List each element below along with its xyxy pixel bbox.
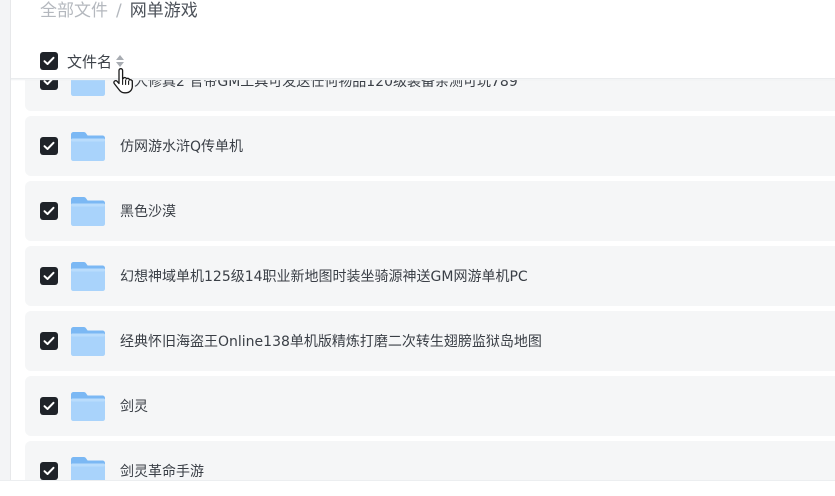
check-icon xyxy=(43,271,55,280)
file-name[interactable]: 幻想神域单机125级14职业新地图时装坐骑源神送GM网游单机PC xyxy=(120,266,528,286)
breadcrumb-separator: / xyxy=(116,1,122,21)
breadcrumb: 全部文件 / 网单游戏 xyxy=(40,0,198,22)
check-icon xyxy=(43,401,55,410)
row-checkbox[interactable] xyxy=(40,202,58,220)
breadcrumb-root[interactable]: 全部文件 xyxy=(40,0,108,22)
file-row[interactable]: 仙人修真2 官帝GM工具可发送任何物品120级装备亲测可玩789 xyxy=(25,80,835,111)
file-name[interactable]: 黑色沙漠 xyxy=(120,201,176,221)
check-icon xyxy=(43,141,55,150)
folder-icon xyxy=(71,197,105,226)
row-checkbox[interactable] xyxy=(40,137,58,155)
file-row[interactable]: 黑色沙漠 xyxy=(25,181,835,241)
hand-cursor-icon xyxy=(112,68,134,98)
column-header-filename[interactable]: 文件名 xyxy=(67,51,112,72)
file-row[interactable]: 幻想神域单机125级14职业新地图时装坐骑源神送GM网游单机PC xyxy=(25,246,835,306)
folder-icon xyxy=(71,327,105,356)
sort-icon[interactable] xyxy=(116,55,125,67)
file-row[interactable]: 经典怀旧海盗王Online138单机版精炼打磨二次转生翅膀监狱岛地图 xyxy=(25,311,835,371)
file-row[interactable]: 剑灵革命手游 xyxy=(25,441,835,481)
row-checkbox[interactable] xyxy=(40,267,58,285)
file-name[interactable]: 经典怀旧海盗王Online138单机版精炼打磨二次转生翅膀监狱岛地图 xyxy=(120,331,542,351)
breadcrumb-current: 网单游戏 xyxy=(129,1,198,21)
check-icon xyxy=(43,56,55,65)
folder-icon xyxy=(71,262,105,291)
check-icon xyxy=(43,336,55,345)
folder-icon xyxy=(71,80,105,96)
file-browser: 全部文件 / 网单游戏 文件名 仙人修真2 官帝GM工具可发送任何物品120级装… xyxy=(0,0,835,496)
file-name[interactable]: 剑灵 xyxy=(120,396,148,416)
file-row[interactable]: 剑灵 xyxy=(25,376,835,436)
check-icon xyxy=(43,206,55,215)
file-row[interactable]: 仿网游水浒Q传单机 xyxy=(25,116,835,176)
file-name[interactable]: 仙人修真2 官帝GM工具可发送任何物品120级装备亲测可玩789 xyxy=(120,80,518,91)
check-icon xyxy=(43,466,55,475)
row-checkbox[interactable] xyxy=(40,80,58,90)
bottom-bar xyxy=(0,480,835,496)
folder-icon xyxy=(71,132,105,161)
file-name[interactable]: 仿网游水浒Q传单机 xyxy=(120,136,243,156)
folder-icon xyxy=(71,457,105,481)
file-name[interactable]: 剑灵革命手游 xyxy=(120,461,204,481)
row-checkbox[interactable] xyxy=(40,397,58,415)
file-list[interactable]: 仙人修真2 官帝GM工具可发送任何物品120级装备亲测可玩789 仿网游水浒Q传单… xyxy=(0,80,835,481)
row-checkbox[interactable] xyxy=(40,462,58,480)
row-checkbox[interactable] xyxy=(40,332,58,350)
folder-icon xyxy=(71,392,105,421)
select-all-checkbox[interactable] xyxy=(40,52,58,70)
